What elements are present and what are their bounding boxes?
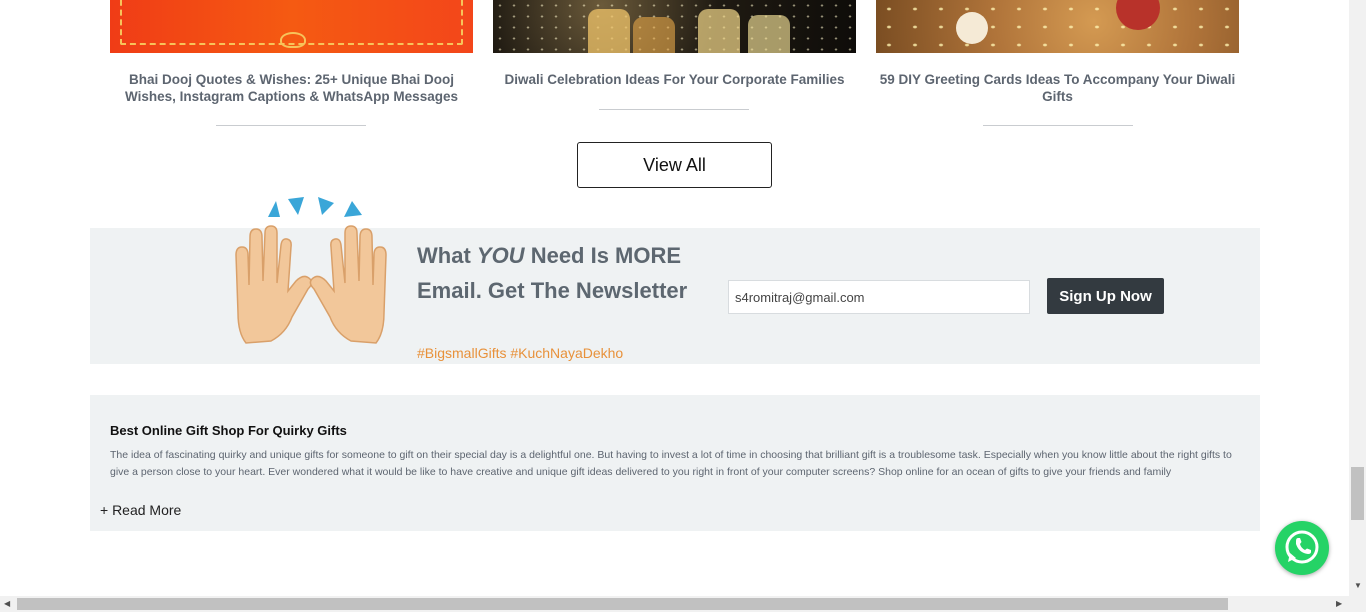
divider: [983, 125, 1133, 126]
divider: [216, 125, 366, 126]
newsletter-hashtags: #BigsmallGifts #KuchNayaDekho: [417, 345, 624, 361]
newsletter-title-pre: What: [417, 243, 477, 268]
whatsapp-icon[interactable]: [1275, 521, 1329, 575]
view-all-button[interactable]: View All: [577, 142, 772, 188]
raising-hands-icon: [235, 197, 387, 344]
article-image-bhai-dooj[interactable]: [110, 0, 473, 53]
seo-section: Best Online Gift Shop For Quirky Gifts T…: [90, 395, 1260, 531]
newsletter-title-emphasis: YOU: [476, 243, 525, 268]
email-field[interactable]: [728, 280, 1030, 314]
scroll-down-icon[interactable]: ▼: [1354, 582, 1362, 590]
newsletter-title: What YOU Need Is MORE Email. Get The New…: [417, 238, 697, 308]
seo-text: The idea of fascinating quirky and uniqu…: [110, 449, 1232, 478]
divider: [599, 109, 749, 110]
sign-up-button[interactable]: Sign Up Now: [1047, 278, 1164, 314]
article-image-diwali-celebration[interactable]: [493, 0, 856, 53]
seo-title: Best Online Gift Shop For Quirky Gifts: [110, 423, 347, 438]
horizontal-scroll-thumb[interactable]: [17, 598, 1228, 610]
article-title[interactable]: Diwali Celebration Ideas For Your Corpor…: [493, 72, 856, 89]
scroll-right-icon[interactable]: ▶: [1336, 600, 1342, 608]
article-title[interactable]: 59 DIY Greeting Cards Ideas To Accompany…: [876, 72, 1239, 105]
page: Bhai Dooj Quotes & Wishes: 25+ Unique Bh…: [0, 0, 1349, 596]
read-more-link[interactable]: + Read More: [100, 502, 181, 518]
scroll-left-icon[interactable]: ◀: [4, 600, 10, 608]
article-title[interactable]: Bhai Dooj Quotes & Wishes: 25+ Unique Bh…: [110, 72, 473, 105]
article-image-diy-greeting-cards[interactable]: [876, 0, 1239, 53]
vertical-scroll-thumb[interactable]: [1351, 467, 1364, 520]
